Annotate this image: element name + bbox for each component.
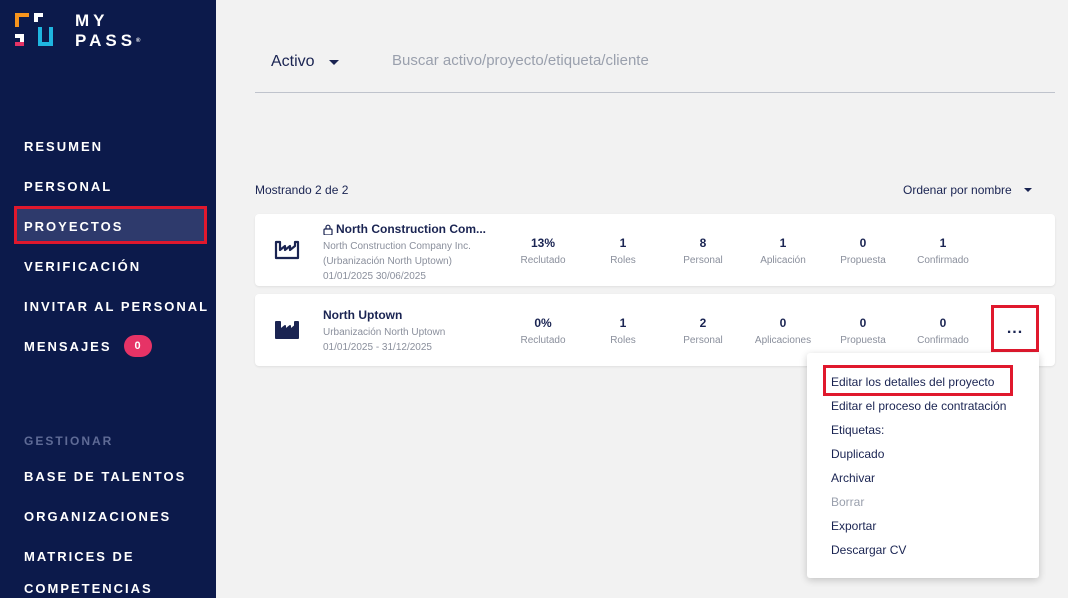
menu-item-borrar: Borrar [831, 495, 865, 509]
brand-line2: PASS [75, 31, 137, 50]
stat-propuesta: 0 Propuesta [840, 316, 886, 346]
project-actions-menu: Editar los detalles del proyecto Editar … [807, 353, 1039, 578]
nav-item-base-talentos[interactable]: BASE DE TALENTOS [24, 469, 186, 484]
mypass-logo-icon[interactable] [15, 13, 55, 49]
status-filter-select[interactable]: Activo [271, 53, 339, 71]
sidebar: MY PASS® RESUMEN PERSONAL PROYECTOS VERI… [0, 0, 216, 598]
nav-item-matrices[interactable]: MATRICES DE [24, 549, 135, 564]
nav-item-verificacion[interactable]: VERIFICACIÓN [24, 259, 141, 274]
nav-item-personal[interactable]: PERSONAL [24, 179, 112, 194]
project-card-north-construction[interactable]: North Construction Com... North Construc… [255, 214, 1055, 286]
section-label-gestionar: GESTIONAR [24, 434, 114, 448]
nav-item-invitar[interactable]: INVITAR AL PERSONAL [24, 299, 209, 314]
stat-roles: 1 Roles [610, 316, 636, 346]
more-options-icon: ... [1006, 319, 1024, 337]
menu-item-editar-detalles[interactable]: Editar los detalles del proyecto [831, 375, 994, 389]
project-subtitle: (Urbanización North Uptown) [323, 256, 452, 267]
factory-icon [275, 321, 299, 339]
menu-item-etiquetas[interactable]: Etiquetas: [831, 423, 884, 437]
project-subtitle: Urbanización North Uptown [323, 327, 446, 338]
nav-item-competencias[interactable]: COMPETENCIAS [24, 581, 153, 596]
messages-count-badge: 0 [123, 335, 152, 357]
lock-icon [323, 224, 333, 235]
nav-item-proyectos[interactable]: PROYECTOS [24, 219, 123, 234]
stat-personal: 2 Personal [683, 316, 723, 346]
header-divider [255, 92, 1055, 93]
stat-reclutado: 13% Reclutado [520, 236, 566, 266]
caret-down-icon [328, 59, 339, 65]
stat-aplicaciones: 0 Aplicaciones [754, 316, 812, 346]
stat-confirmado: 1 Confirmado [917, 236, 969, 266]
results-count: Mostrando 2 de 2 [255, 183, 349, 197]
more-options-button[interactable]: ... [991, 305, 1039, 352]
stat-aplicacion: 1 Aplicación [760, 236, 806, 266]
search-input[interactable] [392, 52, 992, 69]
nav-item-organizaciones[interactable]: ORGANIZACIONES [24, 509, 171, 524]
nav-item-mensajes[interactable]: MENSAJES 0 [24, 335, 152, 357]
project-title[interactable]: North Uptown [323, 308, 402, 322]
status-filter-value: Activo [271, 53, 315, 70]
caret-down-icon [1023, 188, 1032, 192]
project-client: North Construction Company Inc. [323, 241, 471, 252]
sort-label: Ordenar por nombre [903, 183, 1012, 197]
brand-mark: ® [136, 38, 141, 44]
stat-personal: 8 Personal [683, 236, 723, 266]
menu-item-descargar-cv[interactable]: Descargar CV [831, 543, 906, 557]
factory-icon [274, 240, 300, 260]
stat-confirmado: 0 Confirmado [917, 316, 969, 346]
project-dates: 01/01/2025 - 31/12/2025 [323, 342, 432, 353]
stat-propuesta: 0 Propuesta [840, 236, 886, 266]
project-title[interactable]: North Construction Com... [323, 222, 486, 236]
project-dates: 01/01/2025 30/06/2025 [323, 271, 426, 282]
brand-line1: MY [75, 11, 109, 30]
nav-item-resumen[interactable]: RESUMEN [24, 139, 103, 154]
menu-item-editar-proceso[interactable]: Editar el proceso de contratación [831, 399, 1006, 413]
menu-item-archivar[interactable]: Archivar [831, 471, 875, 485]
sort-select[interactable]: Ordenar por nombre [903, 183, 1032, 197]
menu-item-duplicado[interactable]: Duplicado [831, 447, 884, 461]
menu-item-exportar[interactable]: Exportar [831, 519, 876, 533]
brand-name: MY PASS® [75, 11, 140, 51]
stat-reclutado: 0% Reclutado [520, 316, 566, 346]
stat-roles: 1 Roles [610, 236, 636, 266]
